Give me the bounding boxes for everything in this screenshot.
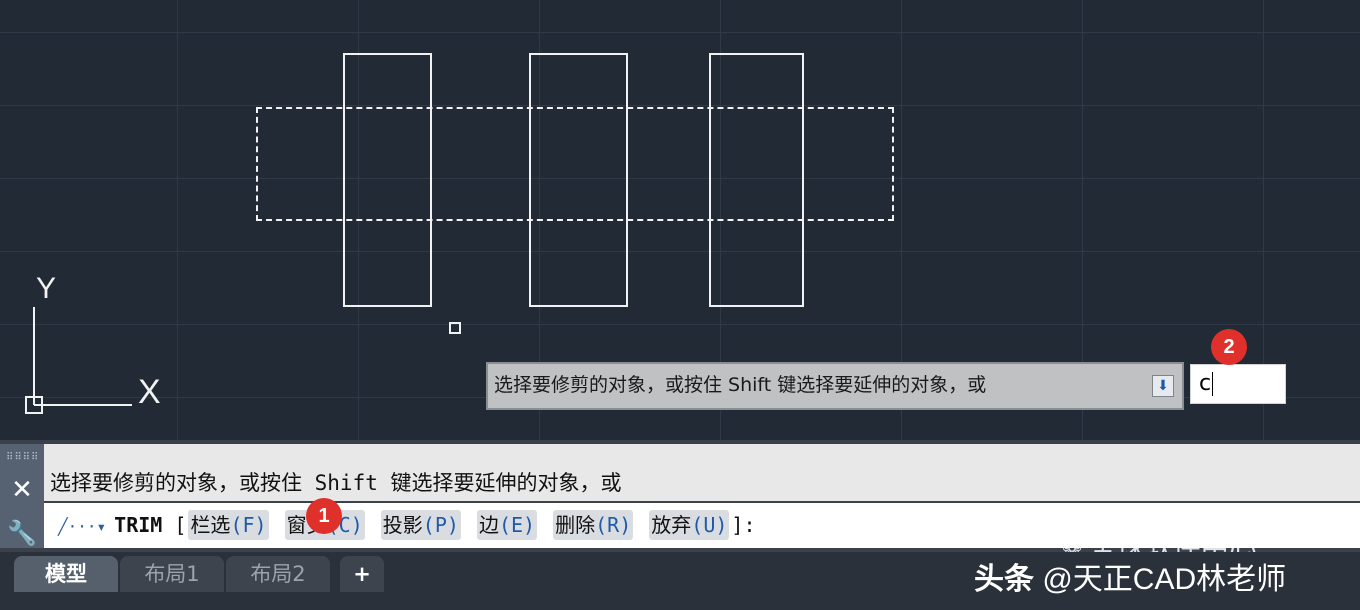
layout-tabs-bar: 模型 布局1 布局2 + 头条 @天正CAD林老师 [0, 552, 1360, 610]
option-erase[interactable]: 删除(R) [553, 510, 634, 540]
rectangle-3[interactable] [709, 53, 804, 307]
command-history: 选择要修剪的对象，或按住 Shift 键选择要延伸的对象，或 [44, 444, 1360, 501]
grip-icon[interactable]: ⠿⠿⠿⠿ [6, 452, 38, 463]
drawing-canvas[interactable]: Y X 选择要修剪的对象，或按住 Shift 键选择要延伸的对象，或 ⬇ c 2 [0, 0, 1360, 440]
rectangle-2[interactable] [529, 53, 628, 307]
command-tooltip: 选择要修剪的对象，或按住 Shift 键选择要延伸的对象，或 ⬇ [486, 362, 1184, 410]
tab-add[interactable]: + [340, 556, 384, 592]
ucs-icon: Y X [25, 272, 161, 414]
tab-model[interactable]: 模型 [14, 556, 118, 592]
watermark-credit: 头条 @天正CAD林老师 [974, 563, 1287, 596]
command-window: ⠿⠿⠿⠿ ✕ 🔧 选择要修剪的对象，或按住 Shift 键选择要延伸的对象，或 … [0, 440, 1360, 563]
ucs-y-label: Y [36, 272, 56, 305]
rectangle-1[interactable] [343, 53, 432, 307]
tab-layout1[interactable]: 布局1 [120, 556, 224, 592]
tooltip-text: 选择要修剪的对象，或按住 Shift 键选择要延伸的对象，或 [494, 374, 987, 396]
badge-one: 1 [306, 498, 342, 534]
command-name: TRIM [114, 513, 163, 537]
dynamic-input-value: c [1199, 371, 1212, 396]
text-caret [1212, 372, 1214, 396]
command-window-handle[interactable]: ⠿⠿⠿⠿ ✕ 🔧 [0, 444, 44, 548]
dynamic-input-field[interactable]: c [1190, 364, 1286, 404]
option-edge[interactable]: 边(E) [476, 510, 538, 540]
option-project[interactable]: 投影(P) [380, 510, 461, 540]
command-prompt-icon[interactable]: ╱···▾ [58, 504, 106, 549]
pickbox-cursor [449, 322, 461, 334]
close-icon[interactable]: ✕ [6, 474, 38, 506]
badge-two: 2 [1211, 329, 1247, 365]
ucs-x-label: X [138, 373, 161, 411]
tab-layout2[interactable]: 布局2 [226, 556, 330, 592]
open-bracket: [ [174, 513, 187, 537]
wrench-icon[interactable]: 🔧 [6, 518, 38, 548]
option-fence[interactable]: 栏选(F) [188, 510, 269, 540]
history-text: 选择要修剪的对象，或按住 Shift 键选择要延伸的对象，或 [50, 471, 622, 495]
close-bracket: ]: [731, 513, 756, 537]
download-arrow-icon[interactable]: ⬇ [1152, 375, 1174, 397]
option-undo[interactable]: 放弃(U) [649, 510, 730, 540]
